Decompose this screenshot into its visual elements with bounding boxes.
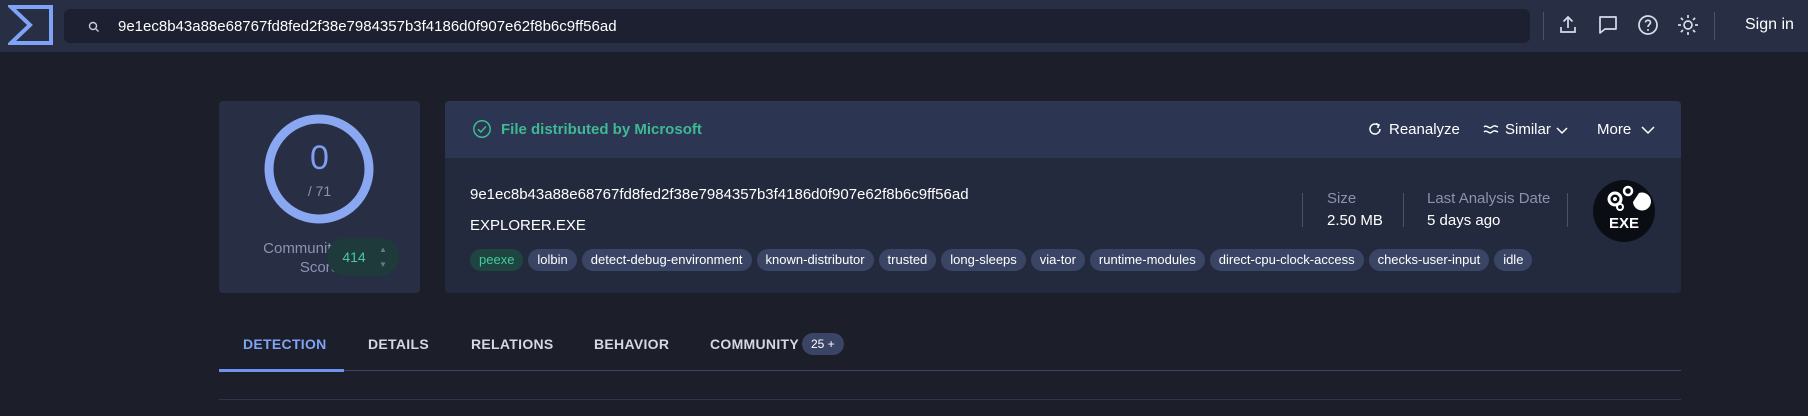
meta-divider [1403,193,1404,227]
community-count-badge: 25 + [802,333,844,355]
search-input[interactable] [118,9,1498,43]
size-label: Size [1327,190,1357,207]
community-score-badge[interactable]: 414 ▲ ▼ [327,238,399,276]
theme-toggle-icon[interactable] [1676,13,1700,37]
chevron-down-icon [1641,126,1655,135]
comment-icon[interactable] [1596,13,1620,37]
similar-icon [1483,125,1499,134]
tag-peexe[interactable]: peexe [470,249,524,271]
more-label: More [1597,121,1632,138]
toolbar-divider [1543,12,1544,40]
search-bar[interactable] [64,9,1530,43]
toolbar-divider [1714,12,1715,40]
tab-behavior[interactable]: BEHAVIOR [594,336,669,352]
meta-divider [1302,193,1303,227]
file-info-header: File distributed by Microsoft Reanalyze … [445,101,1681,158]
more-dropdown[interactable]: More [1597,121,1655,138]
search-icon [88,21,99,32]
community-score-label-line-1: Community [263,240,339,257]
file-tags: peexe lolbin detect-debug-environment known… [470,249,1537,273]
reanalyze-label: Reanalyze [1389,121,1460,138]
detection-total: / 71 [307,183,332,199]
file-hash: 9e1ec8b43a88e68767fd8fed2f38e7984357b3f4… [470,186,969,203]
virustotal-logo-icon[interactable] [8,4,54,46]
tag-detect-debug-environment[interactable]: detect-debug-environment [581,249,752,271]
upload-icon[interactable] [1556,13,1580,37]
file-type-badge: EXE [1593,180,1655,242]
refresh-icon [1369,122,1381,135]
tab-community[interactable]: COMMUNITY [710,336,799,352]
tag-trusted[interactable]: trusted [878,249,937,271]
tag-via-tor[interactable]: via-tor [1030,249,1085,271]
upvote-icon[interactable]: ▲ [379,245,387,254]
help-icon[interactable] [1636,13,1660,37]
tab-details[interactable]: DETAILS [368,336,429,352]
community-score-label-line-2: Score [299,259,339,276]
active-tab-indicator [219,369,344,372]
detection-score-card: 0 / 71 Community Score 414 ▲ ▼ [219,101,420,293]
size-value: 2.50 MB [1327,212,1383,229]
tag-lolbin[interactable]: lolbin [528,249,577,271]
tag-checks-user-input[interactable]: checks-user-input [1368,249,1490,271]
check-circle-icon [473,120,491,138]
report-tabs: DETECTION DETAILS RELATIONS BEHAVIOR COM… [219,325,1681,372]
tag-idle[interactable]: idle [1494,249,1533,271]
trust-status-label: File distributed by Microsoft [501,121,702,138]
tag-direct-cpu-clock-access[interactable]: direct-cpu-clock-access [1209,249,1364,271]
tab-relations[interactable]: RELATIONS [471,336,554,352]
sign-in-button[interactable]: Sign in [1745,16,1794,34]
file-info-card: File distributed by Microsoft Reanalyze … [445,101,1681,293]
detection-count: 0 [310,139,329,177]
community-score-value: 414 [342,249,366,265]
tag-known-distributor[interactable]: known-distributor [756,249,874,271]
last-analysis-date-label: Last Analysis Date [1427,190,1551,207]
similar-label: Similar [1505,121,1551,138]
downvote-icon[interactable]: ▼ [379,260,387,269]
top-navigation-bar: Sign in [0,0,1808,52]
file-type-label: EXE [1608,215,1639,232]
reanalyze-button[interactable]: Reanalyze [1367,121,1460,138]
chevron-down-icon [1556,127,1568,135]
tag-runtime-modules[interactable]: runtime-modules [1089,249,1205,271]
file-name: EXPLORER.EXE [470,217,586,234]
tag-long-sleeps[interactable]: long-sleeps [941,249,1026,271]
community-score-label: Community Score [239,239,339,277]
tab-detection[interactable]: DETECTION [243,336,327,352]
gears-icon [1607,185,1651,211]
meta-divider [1567,193,1568,227]
last-analysis-date-value: 5 days ago [1427,212,1501,229]
section-divider [219,399,1681,400]
similar-dropdown[interactable]: Similar [1483,121,1569,138]
